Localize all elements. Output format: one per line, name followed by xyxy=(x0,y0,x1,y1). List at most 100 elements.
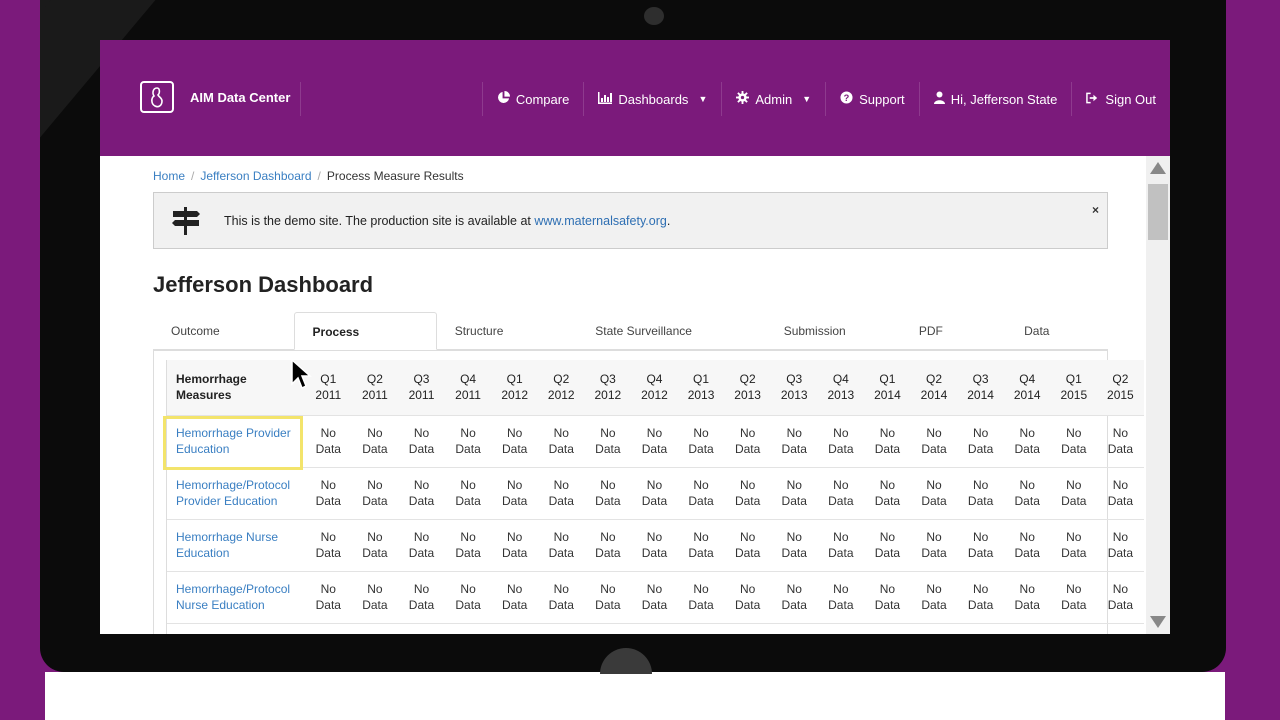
no-data-cell: NoData xyxy=(584,518,632,571)
main-content: Home / Jefferson Dashboard / Process Measure… xyxy=(100,156,1146,634)
header-quarter: Q1 2014 xyxy=(864,360,911,415)
breadcrumb-dashboard-link[interactable]: Jefferson Dashboard xyxy=(200,169,311,183)
nav-label: Admin xyxy=(755,91,793,107)
no-data-cell: NoData xyxy=(537,518,585,571)
mouse-cursor-icon xyxy=(291,358,312,390)
brand-divider xyxy=(300,82,301,116)
nav-menu: Compare Dashboards ▼ Admin ▼ ? Support Hi, Jeff… xyxy=(481,82,1170,116)
no-data-cell: NoData xyxy=(724,622,771,634)
nav-admin[interactable]: Admin ▼ xyxy=(721,82,825,116)
no-data-cell: NoData xyxy=(631,466,678,519)
nav-dashboards[interactable]: Dashboards ▼ xyxy=(583,82,721,116)
nav-sign-out[interactable]: Sign Out xyxy=(1071,82,1170,116)
header-quarter: Q3 2013 xyxy=(770,360,818,415)
demo-site-alert: This is the demo site. The production si… xyxy=(153,192,1108,249)
no-data-cell: NoData xyxy=(910,518,958,571)
no-data-cell: NoData xyxy=(1097,518,1144,571)
breadcrumb: Home / Jefferson Dashboard / Process Measure… xyxy=(153,169,464,183)
no-data-cell: NoData xyxy=(398,518,445,571)
no-data-cell: NoData xyxy=(631,518,678,571)
no-data-cell: NoData xyxy=(1097,466,1144,519)
no-data-cell: NoData xyxy=(491,622,538,634)
no-data-cell: NoData xyxy=(491,414,538,467)
brand-name: AIM Data Center xyxy=(190,89,291,105)
tab-pdf-reports[interactable]: PDF Reports xyxy=(901,312,1006,376)
measure-link[interactable]: Hemorrhage Nurse Education xyxy=(167,518,305,571)
no-data-cell: NoData xyxy=(770,414,818,467)
nav-label: Hi, Jefferson State xyxy=(950,91,1058,107)
no-data-cell: NoData xyxy=(305,570,352,623)
no-data-cell: NoData xyxy=(398,414,445,467)
brand[interactable]: AIM Data Center xyxy=(140,81,290,113)
no-data-cell: NoData xyxy=(351,570,399,623)
no-data-cell: NoData xyxy=(1003,414,1051,467)
no-data-cell: NoData xyxy=(677,622,725,634)
no-data-cell: NoData xyxy=(864,466,911,519)
highlight-box xyxy=(163,416,303,470)
measure-link[interactable]: Hemorrhage RiskAssessment xyxy=(167,622,305,634)
caret-down-icon: ▼ xyxy=(802,94,812,104)
header-quarter: Q2 2015 xyxy=(1097,360,1144,415)
tab-state-surveillance-measures[interactable]: State Surveillance Measures xyxy=(577,312,765,376)
no-data-cell: NoData xyxy=(724,466,771,519)
header-quarter: Q4 2012 xyxy=(631,360,678,415)
tab-process-measures[interactable]: Process Measures xyxy=(293,312,437,377)
scroll-up-arrow-icon[interactable] xyxy=(1150,162,1166,174)
header-quarter: Q4 2014 xyxy=(1003,360,1051,415)
no-data-cell: NoData xyxy=(817,518,865,571)
table-row: Hemorrhage/Protocol Nurse Education No Data… xyxy=(167,570,1144,623)
no-data-cell: NoData xyxy=(444,518,492,571)
no-data-cell: NoData xyxy=(351,622,399,634)
no-data-cell: NoData xyxy=(724,518,771,571)
scrollbar[interactable] xyxy=(1146,156,1170,634)
measure-link[interactable]: Hemorrhage/Protocol Provider Education xyxy=(167,466,305,519)
no-data-cell: NoData xyxy=(957,466,1004,519)
measures-table: Hemorrhage Measures Q1 2011 Q2 2011 Q3 2011 Q4 20… xyxy=(167,360,1144,634)
header-quarter: Q1 2015 xyxy=(1050,360,1098,415)
aim-logo-icon xyxy=(140,81,174,113)
no-data-cell: NoData xyxy=(910,570,958,623)
table-header-row: Hemorrhage Measures Q1 2011 Q2 2011 Q3 2011 Q4 20… xyxy=(167,360,1144,415)
measure-link[interactable]: Hemorrhage/Protocol Nurse Education xyxy=(167,570,305,623)
no-data-cell: NoData xyxy=(770,518,818,571)
nav-support[interactable]: ? Support xyxy=(825,82,919,116)
user-icon xyxy=(933,91,945,107)
no-data-cell: NoData xyxy=(351,518,399,571)
no-data-cell: NoData xyxy=(817,622,865,634)
breadcrumb-home-link[interactable]: Home xyxy=(153,169,185,183)
scroll-down-arrow-icon[interactable] xyxy=(1150,616,1166,628)
no-data-cell: NoData xyxy=(398,622,445,634)
no-data-cell: NoData xyxy=(817,466,865,519)
table-container: Hemorrhage Measures Q1 2011 Q2 2011 Q3 2011 Q4 20… xyxy=(166,360,1146,634)
header-quarter: Q2 2013 xyxy=(724,360,771,415)
table-row: Hemorrhage/Protocol Provider Education No D… xyxy=(167,466,1144,519)
tab-data-quality[interactable]: Data Quality xyxy=(1006,312,1108,376)
nav-compare[interactable]: Compare xyxy=(481,82,583,116)
no-data-cell: NoData xyxy=(677,518,725,571)
no-data-cell: NoData xyxy=(1003,466,1051,519)
header-quarter: Q1 2013 xyxy=(677,360,725,415)
nav-label: Dashboards xyxy=(618,91,689,107)
no-data-cell: NoData xyxy=(1050,414,1098,467)
tab-submission-status[interactable]: Submission Status xyxy=(766,312,901,376)
no-data-cell: NoData xyxy=(491,466,538,519)
sign-out-icon xyxy=(1086,92,1099,107)
nav-label: Compare xyxy=(515,91,570,107)
no-data-cell: NoData xyxy=(864,622,911,634)
no-data-cell: NoData xyxy=(770,570,818,623)
tab-outcome-measures[interactable]: Outcome Measures xyxy=(153,312,294,376)
header-quarter: Q4 2011 xyxy=(444,360,492,415)
no-data-cell: NoData xyxy=(1003,622,1051,634)
scroll-thumb[interactable] xyxy=(1148,184,1168,240)
browser-screen: AIM Data Center Compare Dashboards ▼ Admin ▼… xyxy=(100,40,1170,634)
tab-structure-measures[interactable]: Structure Measures xyxy=(437,312,578,376)
no-data-cell: NoData xyxy=(351,414,399,467)
no-data-cell: NoData xyxy=(584,570,632,623)
close-icon[interactable]: × xyxy=(1092,203,1099,217)
production-site-link[interactable]: www.maternalsafety.org xyxy=(534,214,666,228)
no-data-cell: NoData xyxy=(957,622,1004,634)
no-data-cell: NoData xyxy=(537,466,585,519)
nav-hi-jefferson-state[interactable]: Hi, Jefferson State xyxy=(918,82,1072,116)
no-data-cell: NoData xyxy=(724,570,771,623)
header-quarter: Q1 2012 xyxy=(491,360,538,415)
